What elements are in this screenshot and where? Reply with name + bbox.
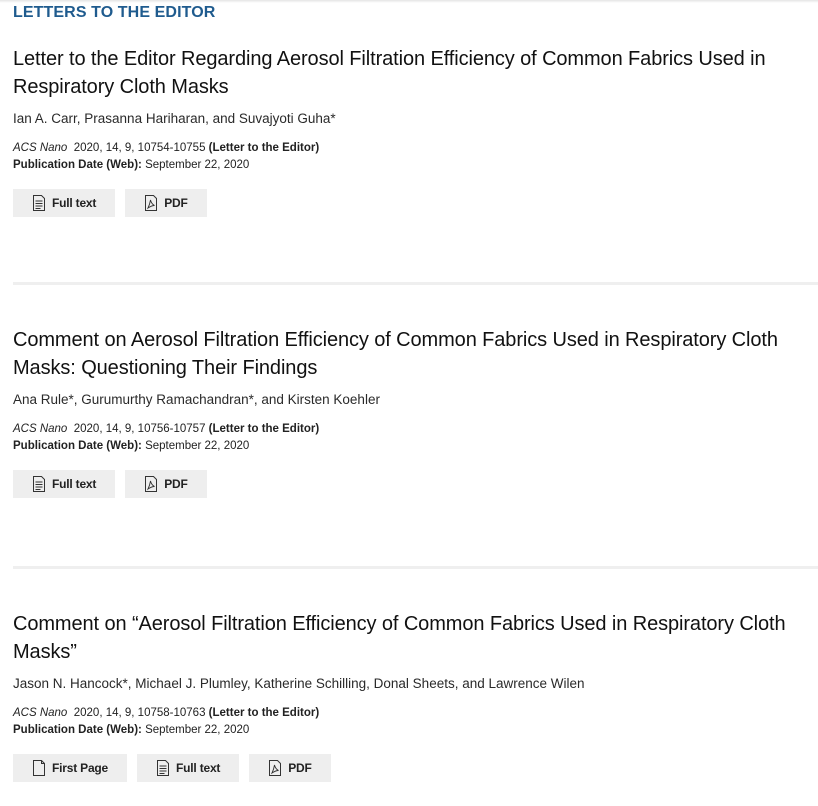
- full-text-button[interactable]: Full text: [137, 754, 240, 782]
- citation: 2020, 14, 9, 10758-10763: [73, 707, 206, 719]
- article-item: Comment on “Aerosol Filtration Efficienc…: [13, 610, 803, 782]
- citation: 2020, 14, 9, 10754-10755: [73, 142, 206, 154]
- article-actions: First Page Full text PDF: [13, 754, 803, 782]
- divider: [13, 282, 818, 285]
- article-title[interactable]: Letter to the Editor Regarding Aerosol F…: [13, 45, 803, 101]
- pub-date-label: Publication Date (Web):: [13, 159, 142, 171]
- article-authors: Ana Rule*, Gurumurthy Ramachandran*, and…: [13, 392, 380, 407]
- pdf-icon: [145, 476, 158, 492]
- pdf-label: PDF: [164, 196, 188, 210]
- first-page-label: First Page: [52, 761, 109, 775]
- publication-date-line: Publication Date (Web): September 22, 20…: [13, 438, 803, 455]
- document-lines-icon: [33, 476, 45, 492]
- article-type: (Letter to the Editor): [208, 707, 320, 719]
- full-text-label: Full text: [52, 196, 97, 210]
- first-page-button[interactable]: First Page: [13, 754, 128, 782]
- full-text-label: Full text: [52, 477, 97, 491]
- citation-line: ACS Nano 2020, 14, 9, 10758-10763 (Lette…: [13, 705, 803, 722]
- page-icon: [33, 760, 45, 776]
- publication-date-line: Publication Date (Web): September 22, 20…: [13, 157, 803, 174]
- article-title[interactable]: Comment on “Aerosol Filtration Efficienc…: [13, 610, 803, 666]
- citation: 2020, 14, 9, 10756-10757: [73, 423, 206, 435]
- journal-name: ACS Nano: [13, 707, 68, 719]
- article-actions: Full text PDF: [13, 189, 803, 217]
- pdf-button[interactable]: PDF: [125, 189, 207, 217]
- article-type: (Letter to the Editor): [208, 423, 320, 435]
- article-item: Comment on Aerosol Filtration Efficiency…: [13, 326, 803, 498]
- pdf-button[interactable]: PDF: [249, 754, 331, 782]
- article-meta: ACS Nano 2020, 14, 9, 10756-10757 (Lette…: [13, 421, 803, 455]
- pdf-icon: [269, 760, 282, 776]
- publication-date-line: Publication Date (Web): September 22, 20…: [13, 722, 803, 739]
- pub-date: September 22, 2020: [145, 440, 250, 452]
- pdf-label: PDF: [164, 477, 188, 491]
- citation-line: ACS Nano 2020, 14, 9, 10756-10757 (Lette…: [13, 421, 803, 438]
- article-authors: Jason N. Hancock*, Michael J. Plumley, K…: [13, 676, 585, 691]
- article-item: Letter to the Editor Regarding Aerosol F…: [13, 45, 803, 217]
- journal-name: ACS Nano: [13, 142, 68, 154]
- article-authors: Ian A. Carr, Prasanna Hariharan, and Suv…: [13, 111, 336, 126]
- article-title[interactable]: Comment on Aerosol Filtration Efficiency…: [13, 326, 803, 382]
- article-meta: ACS Nano 2020, 14, 9, 10754-10755 (Lette…: [13, 140, 803, 174]
- article-type: (Letter to the Editor): [208, 142, 320, 154]
- pub-date-label: Publication Date (Web):: [13, 440, 142, 452]
- pdf-icon: [145, 195, 158, 211]
- full-text-button[interactable]: Full text: [13, 470, 116, 498]
- divider: [13, 566, 818, 569]
- top-shadow: [0, 0, 818, 3]
- document-lines-icon: [157, 760, 170, 776]
- pdf-button[interactable]: PDF: [125, 470, 207, 498]
- full-text-button[interactable]: Full text: [13, 189, 116, 217]
- pub-date: September 22, 2020: [145, 724, 250, 736]
- section-heading: LETTERS TO THE EDITOR: [13, 4, 216, 21]
- article-actions: Full text PDF: [13, 470, 803, 498]
- journal-name: ACS Nano: [13, 423, 68, 435]
- document-lines-icon: [33, 195, 45, 211]
- pub-date-label: Publication Date (Web):: [13, 724, 142, 736]
- article-meta: ACS Nano 2020, 14, 9, 10758-10763 (Lette…: [13, 705, 803, 739]
- full-text-label: Full text: [176, 761, 221, 775]
- citation-line: ACS Nano 2020, 14, 9, 10754-10755 (Lette…: [13, 140, 803, 157]
- pub-date: September 22, 2020: [145, 159, 250, 171]
- pdf-label: PDF: [288, 761, 312, 775]
